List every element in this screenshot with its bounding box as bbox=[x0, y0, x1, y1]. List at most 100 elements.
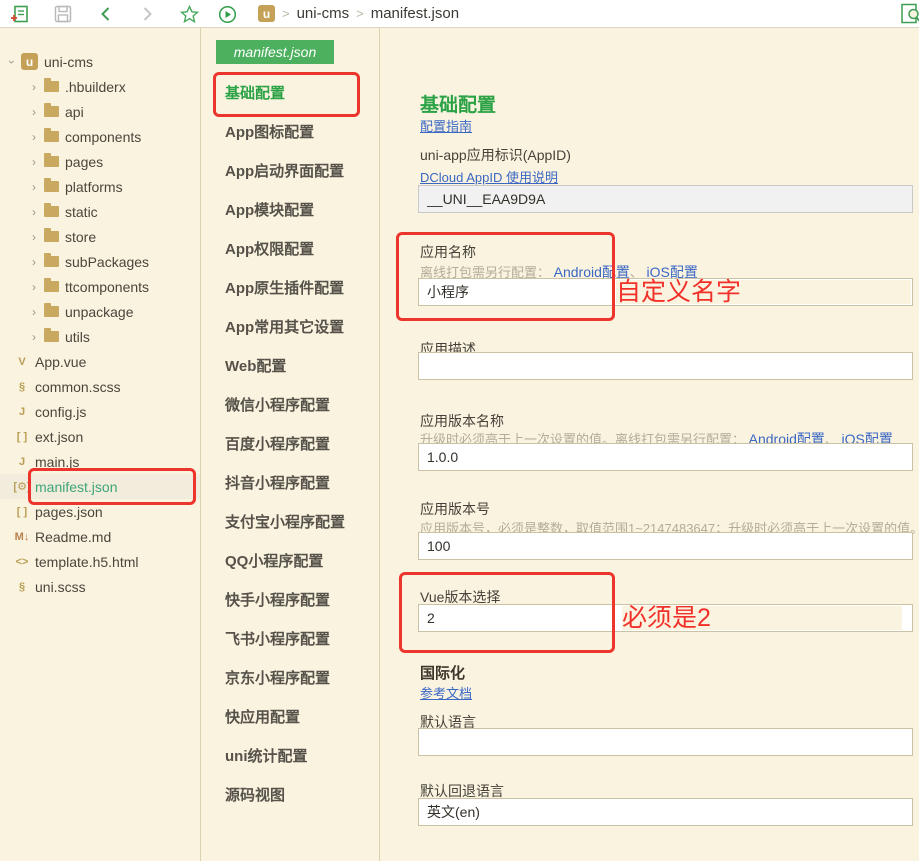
breadcrumb-file[interactable]: manifest.json bbox=[371, 5, 459, 22]
scss-file-icon: § bbox=[11, 581, 33, 593]
project-icon: u bbox=[258, 5, 275, 22]
tree-item-label: config.js bbox=[35, 404, 86, 420]
menu-item-qq-mp[interactable]: QQ小程序配置 bbox=[225, 552, 323, 572]
tree-item-folder[interactable]: › store bbox=[0, 224, 200, 249]
menu-item-app-icon[interactable]: App图标配置 bbox=[225, 123, 314, 143]
tree-item-file[interactable]: M↓Readme.md bbox=[0, 524, 200, 549]
bookmark-button[interactable] bbox=[178, 3, 200, 25]
tree-item-file[interactable]: [ ]ext.json bbox=[0, 424, 200, 449]
chevron-right-icon[interactable]: › bbox=[28, 230, 40, 244]
menu-item-alipay-mp[interactable]: 支付宝小程序配置 bbox=[225, 513, 345, 533]
project-explorer: › u uni-cms › .hbuilderx › api ›components… bbox=[0, 28, 200, 861]
fallback-lang-input[interactable] bbox=[418, 798, 913, 826]
menu-item-kuaishou-mp[interactable]: 快手小程序配置 bbox=[225, 591, 330, 611]
folder-icon bbox=[44, 181, 59, 192]
default-lang-input[interactable] bbox=[418, 728, 913, 756]
version-name-input[interactable] bbox=[418, 443, 913, 471]
forward-button[interactable] bbox=[136, 3, 158, 25]
run-icon bbox=[218, 5, 237, 24]
tree-item-file[interactable]: VApp.vue bbox=[0, 349, 200, 374]
tree-item-folder[interactable]: ›unpackage bbox=[0, 299, 200, 324]
tree-item-label: manifest.json bbox=[35, 479, 117, 495]
new-file-button[interactable] bbox=[8, 3, 30, 25]
folder-icon bbox=[44, 131, 59, 142]
chevron-right-icon[interactable]: › bbox=[28, 205, 40, 219]
menu-item-baidu-mp[interactable]: 百度小程序配置 bbox=[225, 435, 330, 455]
menu-item-app-other-settings[interactable]: App常用其它设置 bbox=[225, 318, 344, 338]
tree-item-folder[interactable]: › .hbuilderx bbox=[0, 74, 200, 99]
tree-item-label: static bbox=[65, 204, 98, 220]
run-button[interactable] bbox=[216, 3, 238, 25]
menu-item-uni-statistics[interactable]: uni统计配置 bbox=[225, 747, 308, 767]
menu-item-jingdong-mp[interactable]: 京东小程序配置 bbox=[225, 669, 330, 689]
tree-item-file[interactable]: §uni.scss bbox=[0, 574, 200, 599]
tree-item-label: uni.scss bbox=[35, 579, 86, 595]
menu-item-weixin-mp[interactable]: 微信小程序配置 bbox=[225, 396, 330, 416]
tree-item-label: utils bbox=[65, 329, 90, 345]
tree-item-file[interactable]: Jconfig.js bbox=[0, 399, 200, 424]
chevron-right-icon[interactable]: › bbox=[28, 305, 40, 319]
chevron-right-icon[interactable]: › bbox=[28, 330, 40, 344]
menu-item-source-view[interactable]: 源码视图 bbox=[225, 786, 285, 806]
chevron-right-icon[interactable]: › bbox=[28, 80, 40, 94]
tree-item-folder[interactable]: › static bbox=[0, 199, 200, 224]
tree-item-file[interactable]: <>template.h5.html bbox=[0, 549, 200, 574]
config-guide-link[interactable]: 配置指南 bbox=[420, 119, 472, 134]
save-button[interactable] bbox=[52, 3, 74, 25]
menu-item-feishu-mp[interactable]: 飞书小程序配置 bbox=[225, 630, 330, 650]
tree-root-uni-cms[interactable]: › u uni-cms bbox=[0, 49, 200, 74]
appid-doc-link[interactable]: DCloud AppID 使用说明 bbox=[420, 170, 558, 185]
chevron-right-icon[interactable]: › bbox=[28, 280, 40, 294]
tree-item-folder[interactable]: › api bbox=[0, 99, 200, 124]
tree-item-file[interactable]: [ ]pages.json bbox=[0, 499, 200, 524]
annotation-must-be-2: 必须是2 bbox=[622, 606, 711, 630]
app-name-label: 应用名称 bbox=[420, 242, 476, 262]
menu-item-douyin-mp[interactable]: 抖音小程序配置 bbox=[225, 474, 330, 494]
chevron-right-icon[interactable]: › bbox=[28, 180, 40, 194]
tree-item-manifest-json[interactable]: [⚙]manifest.json bbox=[0, 474, 200, 499]
menu-item-app-launch-screen[interactable]: App启动界面配置 bbox=[225, 162, 344, 182]
version-code-input[interactable] bbox=[418, 532, 913, 560]
chevron-right-icon[interactable]: › bbox=[28, 255, 40, 269]
appid-input[interactable] bbox=[418, 185, 913, 213]
tree-item-folder[interactable]: ›pages bbox=[0, 149, 200, 174]
basic-config-form: 基础配置 配置指南 uni-app应用标识(AppID) DCloud AppI… bbox=[380, 28, 919, 861]
tree-item-file[interactable]: §common.scss bbox=[0, 374, 200, 399]
menu-item-quickapp[interactable]: 快应用配置 bbox=[225, 708, 300, 728]
app-desc-input[interactable] bbox=[418, 352, 913, 380]
tree-item-folder[interactable]: ›ttcomponents bbox=[0, 274, 200, 299]
breadcrumb-separator: > bbox=[282, 6, 290, 21]
find-in-file-button[interactable] bbox=[900, 3, 919, 25]
manifest-section-menu: manifest.json 基础配置 App图标配置 App启动界面配置 App… bbox=[201, 28, 379, 861]
chevron-right-icon[interactable]: › bbox=[28, 130, 40, 144]
toolbar: u > uni-cms > manifest.json bbox=[0, 0, 919, 28]
breadcrumb: u > uni-cms > manifest.json bbox=[258, 0, 459, 27]
menu-item-app-permissions[interactable]: App权限配置 bbox=[225, 240, 314, 260]
tree-item-folder[interactable]: › utils bbox=[0, 324, 200, 349]
tree-item-folder[interactable]: ›platforms bbox=[0, 174, 200, 199]
folder-icon bbox=[44, 231, 59, 242]
project-icon: u bbox=[21, 53, 38, 70]
tab-manifest-json[interactable]: manifest.json bbox=[216, 40, 334, 64]
page-title: 基础配置 bbox=[420, 90, 496, 117]
tree-item-label: store bbox=[65, 229, 96, 245]
menu-item-web-config[interactable]: Web配置 bbox=[225, 357, 286, 377]
tree-item-label: .hbuilderx bbox=[65, 79, 126, 95]
menu-item-basic-config[interactable]: 基础配置 bbox=[225, 84, 285, 104]
menu-item-app-modules[interactable]: App模块配置 bbox=[225, 201, 314, 221]
back-button[interactable] bbox=[95, 3, 117, 25]
tree-item-label: subPackages bbox=[65, 254, 149, 270]
chevron-right-icon[interactable]: › bbox=[28, 155, 40, 169]
annotation-backdrop: 自定义名字 bbox=[616, 280, 911, 304]
tree-item-folder[interactable]: › subPackages bbox=[0, 249, 200, 274]
html-file-icon: <> bbox=[11, 556, 33, 568]
chevron-right-icon[interactable]: › bbox=[28, 105, 40, 119]
menu-item-app-native-plugins[interactable]: App原生插件配置 bbox=[225, 279, 344, 299]
tree-item-folder[interactable]: ›components bbox=[0, 124, 200, 149]
version-name-label: 应用版本名称 bbox=[420, 411, 504, 431]
i18n-doc-link[interactable]: 参考文档 bbox=[420, 686, 472, 701]
tree-item-label: api bbox=[65, 104, 84, 120]
chevron-down-icon[interactable]: › bbox=[5, 56, 19, 68]
breadcrumb-project[interactable]: uni-cms bbox=[297, 5, 350, 22]
tree-item-file[interactable]: Jmain.js bbox=[0, 449, 200, 474]
